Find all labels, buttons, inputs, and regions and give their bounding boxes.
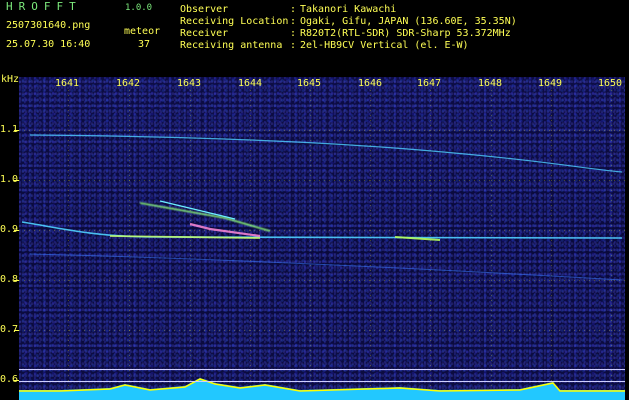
- hrofft-window: HROFFT 1.0.0 2507301640.png 25.07.30 16:…: [0, 0, 629, 400]
- carrier-trace-upper: [29, 134, 623, 173]
- carrier-trace-lower: [29, 253, 623, 281]
- meteor-echo: [109, 235, 261, 239]
- signal-traces: [19, 134, 625, 400]
- level-baseline: [19, 369, 625, 382]
- meteor-echo: [159, 200, 236, 220]
